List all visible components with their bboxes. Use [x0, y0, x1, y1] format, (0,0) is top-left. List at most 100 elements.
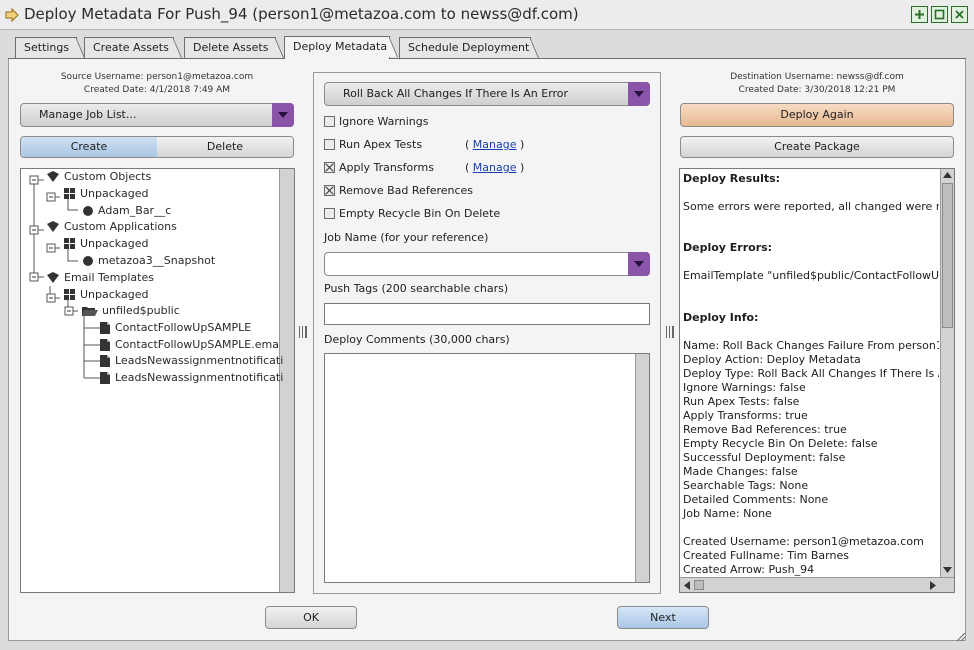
arrow-up-icon[interactable] [943, 171, 952, 179]
job-name-combo[interactable] [324, 252, 650, 276]
delete-button[interactable]: Delete [157, 137, 293, 157]
left-splitter-handle[interactable] [299, 326, 307, 338]
results-line: Job Name: None [683, 507, 772, 520]
tab-deploy-metadata[interactable]: Deploy Metadata [284, 36, 398, 59]
source-created-date: Created Date: 4/1/2018 7:49 AM [83, 85, 231, 95]
results-line: Created Username: person1@metazoa.com [683, 535, 924, 548]
rollback-label: Roll Back All Changes If There Is An Err… [343, 87, 569, 100]
checkbox-icon [324, 138, 335, 150]
tree-item[interactable]: ContactFollowUpSAMPLE.ema [100, 338, 279, 355]
tab-settings[interactable]: Settings [15, 37, 85, 58]
results-line: Some errors were reported, all changed w… [683, 200, 939, 213]
transforms-manage-group: ( Manage ) [465, 161, 525, 174]
remove-bad-references-checkbox[interactable]: Remove Bad References [324, 184, 473, 200]
category-icon [47, 221, 59, 232]
results-line: Detailed Comments: None [683, 493, 829, 506]
file-icon [100, 372, 110, 384]
tree-item[interactable]: Adam_Bar__c [82, 204, 171, 221]
close-icon[interactable] [951, 6, 968, 23]
create-package-button[interactable]: Create Package [680, 136, 954, 158]
results-line: Run Apex Tests: false [683, 395, 800, 408]
apex-manage-group: ( Manage ) [465, 138, 525, 151]
results-line: Successful Deployment: false [683, 451, 846, 464]
create-delete-toggle: Create Delete [20, 136, 294, 158]
deploy-comments-textarea[interactable] [324, 353, 650, 583]
push-tags-input[interactable] [324, 303, 650, 325]
horizontal-scroll-thumb[interactable] [694, 580, 704, 590]
tab-create-assets[interactable]: Create Assets [84, 37, 182, 58]
plus-icon[interactable] [911, 6, 928, 23]
info-heading: Deploy Info: [683, 311, 759, 324]
results-line: Apply Transforms: true [683, 409, 808, 422]
tree-item[interactable]: ContactFollowUpSAMPLE [100, 321, 251, 338]
results-horizontal-scrollbar[interactable] [680, 577, 954, 592]
tree-item[interactable]: LeadsNewassignmentnotificati [100, 354, 283, 371]
arrow-left-icon[interactable] [683, 581, 691, 590]
ignore-warnings-checkbox[interactable]: Ignore Warnings [324, 115, 428, 131]
transforms-manage-link[interactable]: Manage [473, 161, 517, 174]
results-vertical-scrollbar[interactable] [940, 169, 954, 577]
tree-item[interactable]: metazoa3__Snapshot [82, 254, 215, 271]
next-button[interactable]: Next [617, 606, 709, 629]
file-icon [100, 322, 110, 334]
tree-item[interactable]: Unpackaged [64, 237, 148, 254]
chevron-down-icon [628, 82, 650, 106]
category-icon [47, 272, 59, 283]
comments-scrollbar[interactable] [635, 354, 649, 582]
tab-divider [8, 58, 966, 59]
deploy-again-button[interactable]: Deploy Again [680, 103, 954, 127]
results-line: Created Fullname: Tim Barnes [683, 549, 849, 562]
package-icon [64, 238, 75, 249]
maximize-icon[interactable] [931, 6, 948, 23]
window-title: Deploy Metadata For Push_94 (person1@met… [24, 5, 579, 23]
apply-transforms-checkbox[interactable]: Apply Transforms [324, 161, 434, 177]
right-splitter-handle[interactable] [666, 326, 674, 338]
results-line: Deploy Action: Deploy Metadata [683, 353, 861, 366]
job-list-dropdown[interactable]: Manage Job List... [20, 103, 294, 127]
package-icon [64, 289, 75, 300]
results-scroll-thumb[interactable] [942, 183, 953, 328]
results-heading: Deploy Results: [683, 172, 781, 185]
checkbox-checked-icon [324, 161, 335, 173]
resize-grip-icon[interactable] [954, 630, 966, 642]
object-icon [83, 256, 93, 266]
errors-heading: Deploy Errors: [683, 241, 773, 254]
checkbox-icon [324, 207, 335, 219]
arrow-right-icon [5, 8, 19, 22]
results-line: Made Changes: false [683, 465, 798, 478]
results-line: Empty Recycle Bin On Delete: false [683, 437, 878, 450]
tree-item[interactable]: Custom Objects [46, 170, 151, 187]
file-icon [100, 339, 110, 351]
results-line: EmailTemplate "unfiled$public/ContactFol… [683, 269, 939, 282]
tab-delete-assets[interactable]: Delete Assets [184, 37, 284, 58]
tree-item[interactable]: Unpackaged [64, 288, 148, 305]
apex-manage-link[interactable]: Manage [473, 138, 517, 151]
source-username: Source Username: person1@metazoa.com [60, 72, 254, 82]
arrow-right-icon[interactable] [929, 581, 937, 590]
results-line: Deploy Type: Roll Back All Changes If Th… [683, 367, 939, 380]
tree-item[interactable]: Unpackaged [64, 187, 148, 204]
category-icon [47, 171, 59, 182]
results-line: Name: Roll Back Changes Failure From per… [683, 339, 939, 352]
run-apex-tests-checkbox[interactable]: Run Apex Tests [324, 138, 422, 154]
results-line: Remove Bad References: true [683, 423, 847, 436]
rollback-dropdown[interactable]: Roll Back All Changes If There Is An Err… [324, 82, 650, 106]
tree-item[interactable]: unfiled$public [82, 304, 180, 321]
tree-item[interactable]: Custom Applications [46, 220, 177, 237]
ok-button[interactable]: OK [265, 606, 357, 629]
create-button[interactable]: Create [21, 137, 157, 157]
arrow-down-icon[interactable] [943, 566, 952, 574]
empty-recycle-bin-checkbox[interactable]: Empty Recycle Bin On Delete [324, 207, 500, 223]
job-list-label: Manage Job List... [39, 108, 137, 121]
tree-item[interactable]: LeadsNewassignmentnotificati [100, 371, 283, 388]
tree-item[interactable]: Email Templates [46, 271, 154, 288]
object-icon [83, 206, 93, 216]
job-name-label: Job Name (for your reference) [324, 231, 489, 244]
results-line: Ignore Warnings: false [683, 381, 806, 394]
results-line: Created Arrow: Push_94 [683, 563, 815, 576]
destination-username: Destination Username: newss@df.com [730, 72, 904, 82]
tab-schedule-deployment[interactable]: Schedule Deployment [399, 37, 539, 58]
folder-icon [82, 307, 98, 316]
chevron-down-icon [628, 252, 650, 276]
push-tags-label: Push Tags (200 searchable chars) [324, 282, 509, 295]
